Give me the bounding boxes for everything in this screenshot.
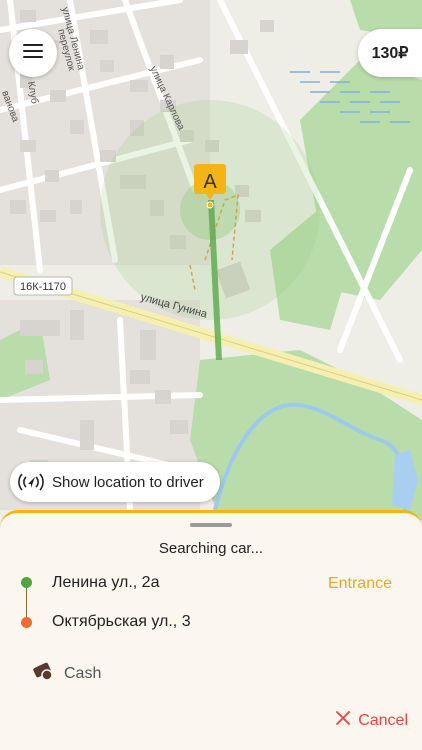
- road-number-badge: 16К-1170: [20, 281, 66, 293]
- fare-price[interactable]: 130₽: [358, 29, 422, 77]
- cancel-label: Cancel: [358, 711, 408, 729]
- payment-method-button[interactable]: Cash: [32, 661, 101, 686]
- payment-method-label: Cash: [64, 664, 102, 682]
- close-icon: [336, 711, 351, 730]
- show-location-button[interactable]: Show location to driver: [10, 462, 220, 502]
- destination-dot-icon: [21, 617, 32, 628]
- origin-address[interactable]: Ленина ул., 2а: [52, 574, 159, 592]
- cancel-button[interactable]: Cancel: [336, 711, 408, 730]
- menu-button[interactable]: [9, 29, 57, 77]
- order-sheet: Searching car... Ленина ул., 2а Октябрьс…: [0, 510, 422, 750]
- broadcast-location-icon: [14, 465, 48, 499]
- cash-icon: [32, 661, 54, 686]
- destination-address[interactable]: Октябрьская ул., 3: [52, 613, 191, 631]
- show-location-label: Show location to driver: [52, 473, 204, 491]
- origin-dot-icon: [21, 577, 32, 588]
- pickup-marker-letter: A: [203, 171, 217, 193]
- search-status: Searching car...: [158, 540, 264, 557]
- sheet-drag-handle[interactable]: [190, 523, 232, 527]
- entrance-button[interactable]: Entrance: [328, 575, 392, 593]
- hamburger-menu-icon: [23, 43, 43, 64]
